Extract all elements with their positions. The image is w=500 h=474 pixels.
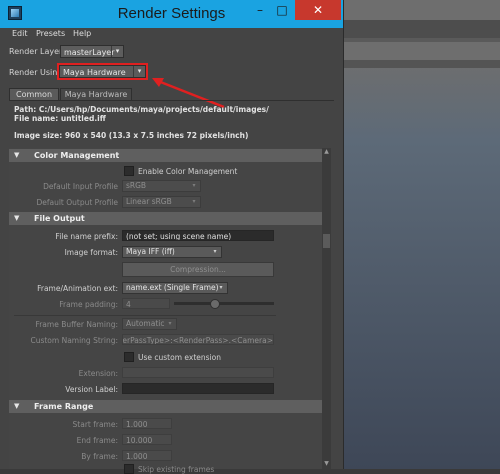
compression-button[interactable]: Compression... (122, 262, 274, 277)
tab-common[interactable]: Common (9, 88, 59, 100)
render-layer-value: masterLayer (64, 48, 115, 57)
skip-existing-frames-checkbox[interactable] (124, 464, 134, 474)
image-format-label: Image format: (64, 248, 118, 257)
viewport-toolbar (344, 38, 500, 42)
scrollbar-thumb[interactable] (323, 234, 330, 248)
image-format-value: Maya IFF (iff) (126, 247, 175, 256)
custom-naming-string-label: Custom Naming String: (30, 336, 118, 345)
frame-buffer-naming-label: Frame Buffer Naming: (35, 320, 118, 329)
default-input-profile-label: Default Input Profile (43, 182, 118, 191)
scroll-down-icon[interactable]: ▼ (322, 460, 331, 469)
menu-presets[interactable]: Presets (36, 29, 65, 38)
use-custom-extension-label: Use custom extension (138, 353, 221, 362)
chevron-down-icon: ▾ (192, 198, 196, 205)
section-title: File Output (34, 214, 85, 223)
vertical-scrollbar[interactable]: ▲ ▼ (322, 148, 331, 469)
chevron-down-icon: ▾ (219, 284, 223, 291)
custom-naming-string-input[interactable]: <RenderPassType>:<RenderPass>.<Camera> (122, 334, 274, 345)
version-label-input[interactable] (122, 383, 274, 394)
render-layer-dropdown[interactable]: masterLayer ▾ (60, 45, 124, 58)
collapse-triangle-icon[interactable]: ▼ (14, 212, 19, 225)
annotation-highlight-box (57, 63, 148, 80)
default-output-profile-dropdown[interactable]: Linear sRGB ▾ (122, 196, 201, 208)
extension-label: Extension: (78, 369, 118, 378)
tab-maya-hardware[interactable]: Maya Hardware (60, 88, 132, 100)
image-size-text: Image size: 960 x 540 (13.3 x 7.5 inches… (14, 131, 249, 140)
render-settings-window: Render Settings – □ ✕ Edit Presets Help … (0, 0, 344, 474)
menu-bar: Edit Presets Help (0, 28, 343, 42)
minimize-button[interactable]: – (249, 0, 271, 20)
chevron-down-icon: ▾ (168, 320, 172, 327)
start-frame-input[interactable]: 1.000 (122, 418, 172, 429)
start-frame-label: Start frame: (72, 420, 118, 429)
divider (14, 315, 276, 316)
file-name-prefix-label: File name prefix: (55, 232, 118, 241)
end-frame-input[interactable]: 10.000 (122, 434, 172, 445)
by-frame-input[interactable]: 1.000 (122, 450, 172, 461)
frame-padding-label: Frame padding: (59, 300, 118, 309)
input-profile-value: sRGB (126, 181, 147, 190)
render-layer-label: Render Layer (9, 47, 63, 56)
section-title: Color Management (34, 151, 120, 160)
maximize-button[interactable]: □ (271, 0, 293, 20)
section-file-output[interactable]: ▼ File Output (9, 212, 322, 225)
enable-color-management-checkbox[interactable] (124, 166, 134, 176)
chevron-down-icon: ▾ (213, 248, 217, 255)
viewport-background (344, 0, 500, 469)
default-output-profile-label: Default Output Profile (36, 198, 118, 207)
use-custom-extension-checkbox[interactable] (124, 352, 134, 362)
frame-animation-ext-dropdown[interactable]: name.ext (Single Frame) ▾ (122, 282, 228, 294)
section-color-management[interactable]: ▼ Color Management (9, 149, 322, 162)
enable-color-management-label: Enable Color Management (138, 167, 238, 176)
menu-edit[interactable]: Edit (12, 29, 28, 38)
frame-padding-slider[interactable] (174, 302, 274, 305)
collapse-triangle-icon[interactable]: ▼ (14, 400, 19, 413)
by-frame-label: By frame: (81, 452, 118, 461)
tab-divider (9, 100, 334, 101)
chevron-down-icon: ▾ (192, 182, 196, 189)
viewport-toolbar-secondary (344, 60, 500, 68)
chevron-down-icon: ▾ (111, 46, 123, 57)
menu-help[interactable]: Help (73, 29, 91, 38)
title-bar[interactable]: Render Settings – □ ✕ (0, 0, 343, 28)
end-frame-label: End frame: (76, 436, 118, 445)
file-name-prefix-input[interactable]: (not set; using scene name) (122, 230, 274, 241)
close-button[interactable]: ✕ (295, 0, 341, 20)
skip-existing-frames-label: Skip existing frames (138, 465, 215, 474)
frame-animation-ext-label: Frame/Animation ext: (37, 284, 118, 293)
extension-input[interactable] (122, 367, 274, 378)
viewport-panel-strip (344, 20, 500, 38)
section-frame-range[interactable]: ▼ Frame Range (9, 400, 322, 413)
frame-padding-input[interactable]: 4 (122, 298, 170, 309)
output-profile-value: Linear sRGB (126, 197, 172, 206)
frame-padding-slider-handle[interactable] (210, 299, 220, 309)
frame-ext-value: name.ext (Single Frame) (126, 283, 219, 292)
output-file-name-text: File name: untitled.iff (14, 114, 106, 123)
buffer-naming-value: Automatic (126, 319, 165, 328)
image-format-dropdown[interactable]: Maya IFF (iff) ▾ (122, 246, 222, 258)
render-using-label: Render Using (9, 68, 63, 77)
section-title: Frame Range (34, 402, 94, 411)
frame-buffer-naming-dropdown[interactable]: Automatic ▾ (122, 318, 177, 330)
collapse-triangle-icon[interactable]: ▼ (14, 149, 19, 162)
scroll-up-icon[interactable]: ▲ (322, 148, 331, 157)
output-path-text: Path: C:/Users/hp/Documents/maya/project… (14, 105, 269, 114)
version-label-label: Version Label: (65, 385, 118, 394)
default-input-profile-dropdown[interactable]: sRGB ▾ (122, 180, 201, 192)
